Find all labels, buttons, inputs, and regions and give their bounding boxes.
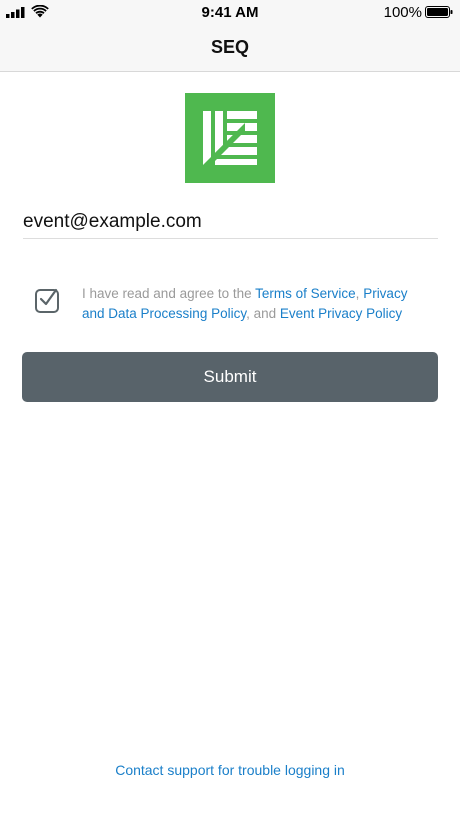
agreement-text: I have read and agree to the Terms of Se… xyxy=(82,284,432,323)
agreement-checkbox[interactable] xyxy=(35,288,59,313)
battery-percent: 100% xyxy=(383,4,422,21)
email-field[interactable]: event@example.com xyxy=(23,211,438,237)
login-screen: 9:41 AM 100% SEQ event@example.com I hav… xyxy=(0,0,460,818)
battery-icon xyxy=(425,6,453,18)
page-title: SEQ xyxy=(210,37,249,57)
contact-support-link[interactable]: Contact support for trouble logging in xyxy=(0,762,460,778)
status-bar: 9:41 AM 100% xyxy=(0,0,460,24)
submit-button[interactable]: Submit xyxy=(22,352,438,402)
event-privacy-policy-link[interactable]: Event Privacy Policy xyxy=(280,306,402,321)
agreement-prefix: I have read and agree to the xyxy=(82,286,256,301)
checkmark-icon xyxy=(39,288,58,306)
agreement-separator-2: , and xyxy=(246,305,280,321)
email-field-underline xyxy=(23,238,438,239)
terms-of-service-link[interactable]: Terms of Service xyxy=(255,286,356,301)
navigation-bar: SEQ xyxy=(0,24,460,72)
seq-logo-icon xyxy=(185,93,275,183)
